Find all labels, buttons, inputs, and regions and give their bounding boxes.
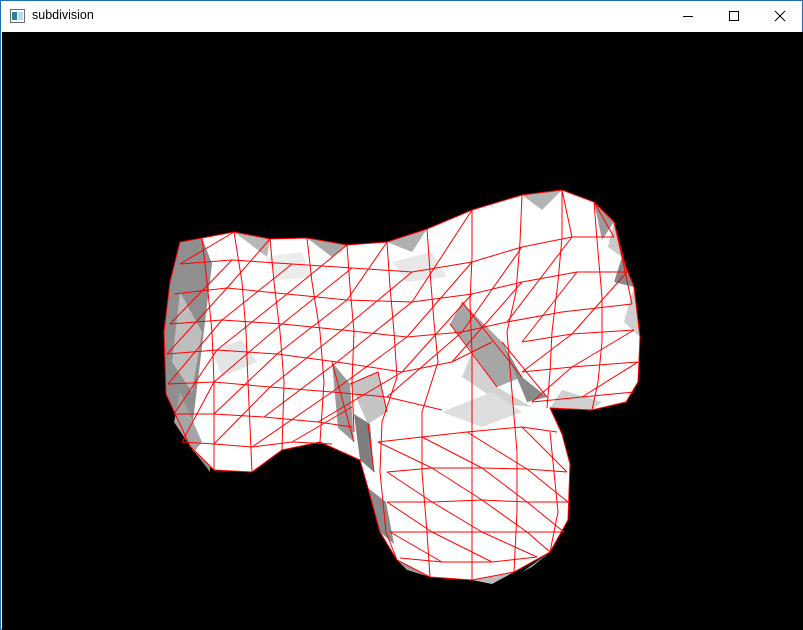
app-icon [10, 9, 25, 23]
minimize-icon [683, 16, 693, 17]
minimize-button[interactable] [665, 1, 711, 31]
maximize-icon [729, 11, 739, 21]
render-viewport[interactable] [2, 32, 803, 630]
close-button[interactable] [757, 1, 803, 31]
window-title: subdivision [32, 8, 94, 22]
app-window: subdivision [0, 0, 803, 630]
close-icon [774, 10, 786, 22]
title-bar[interactable]: subdivision [1, 1, 802, 31]
mesh-render [163, 189, 641, 584]
maximize-button[interactable] [711, 1, 757, 31]
